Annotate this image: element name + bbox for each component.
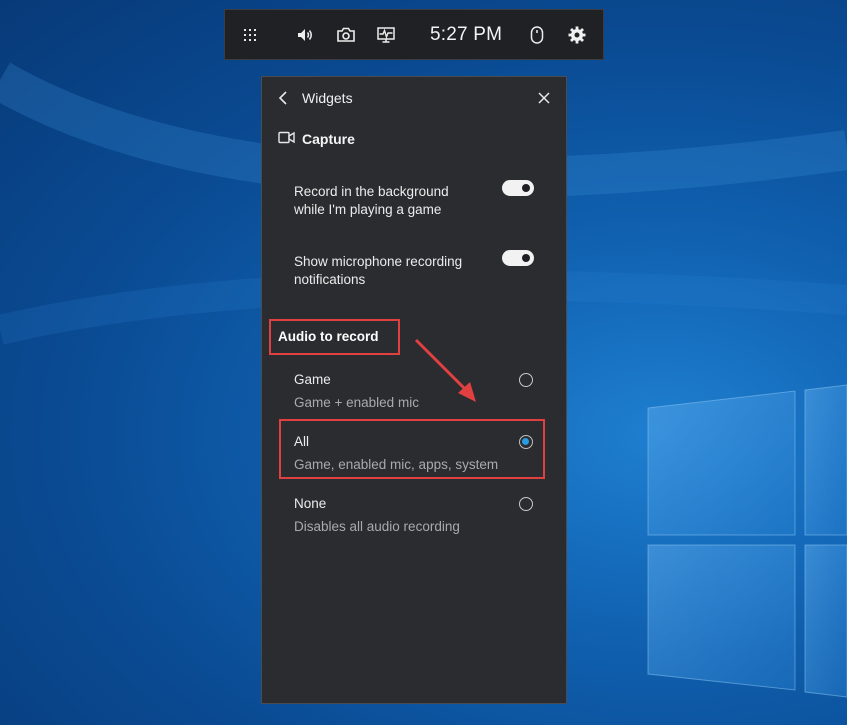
back-button[interactable] (278, 90, 292, 106)
option-subtitle: Disables all audio recording (294, 519, 460, 534)
audio-button[interactable] (293, 10, 319, 59)
windows-logo (647, 384, 847, 698)
mouse-icon (530, 25, 544, 44)
game-bar-toolbar: 5:27 PM (224, 9, 604, 60)
clock-time: 5:27 PM (430, 23, 503, 45)
performance-button[interactable] (373, 10, 399, 59)
option-title: All (294, 434, 310, 449)
audio-option-none[interactable]: None Disables all audio recording (262, 491, 566, 545)
radio-button-none[interactable] (519, 497, 533, 511)
option-title: None (294, 496, 327, 511)
radio-selected-dot (522, 438, 529, 445)
grid-icon (244, 28, 256, 41)
section-title-capture: Capture (302, 131, 355, 147)
audio-to-record-label: Audio to record (278, 329, 379, 344)
audio-option-game[interactable]: Game Game + enabled mic (262, 367, 566, 421)
option-subtitle: Game + enabled mic (294, 395, 419, 410)
option-title: Game (294, 372, 331, 387)
widgets-menu-button[interactable] (237, 10, 263, 59)
audio-option-all[interactable]: All Game, enabled mic, apps, system (262, 429, 566, 483)
toggle-knob (522, 254, 530, 262)
video-camera-icon (278, 131, 295, 149)
widgets-settings-panel: Widgets Capture Record in the background… (261, 76, 567, 704)
chevron-left-icon (278, 91, 287, 105)
close-button[interactable] (538, 91, 552, 105)
gear-icon (568, 26, 586, 43)
close-icon (538, 92, 550, 104)
background-recording-toggle[interactable] (502, 180, 534, 196)
option-subtitle: Game, enabled mic, apps, system (294, 457, 499, 472)
toggle-label-background-recording: Record in the background while I'm playi… (294, 184, 449, 217)
toggle-label-mic-notifications: Show microphone recording notifications (294, 254, 463, 287)
camera-icon (337, 27, 355, 42)
panel-title: Widgets (302, 90, 353, 106)
settings-button[interactable] (564, 10, 590, 59)
toggle-knob (522, 184, 530, 192)
radio-button-all[interactable] (519, 435, 533, 449)
radio-button-game[interactable] (519, 373, 533, 387)
monitor-performance-icon (377, 26, 395, 43)
speaker-icon (298, 28, 312, 41)
mic-notifications-toggle[interactable] (502, 250, 534, 266)
capture-button[interactable] (333, 10, 359, 59)
mouse-button[interactable] (524, 10, 550, 59)
